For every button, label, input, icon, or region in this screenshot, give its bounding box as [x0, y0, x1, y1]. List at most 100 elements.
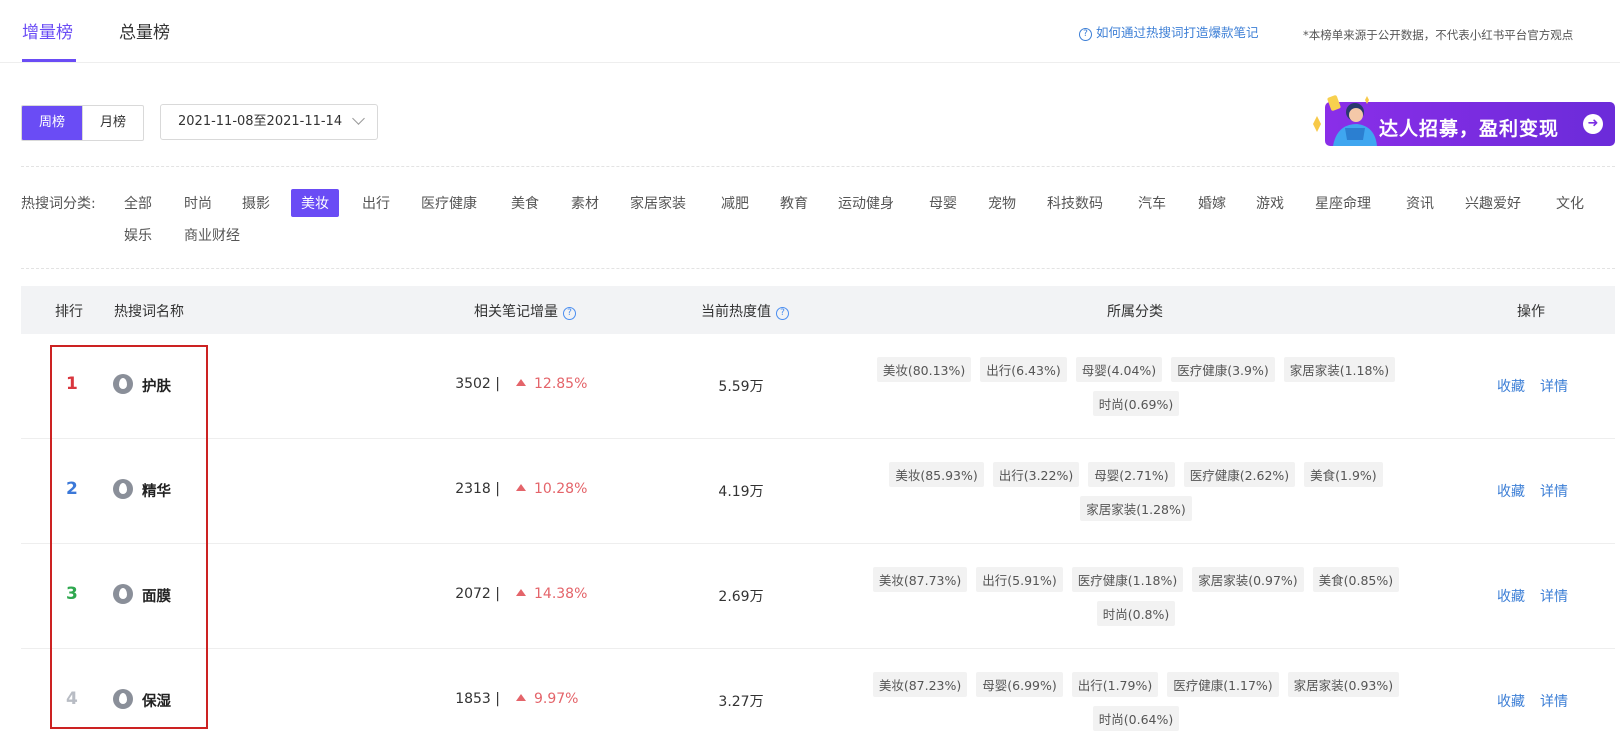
category-chip: 母婴(4.04%): [1075, 357, 1163, 382]
category-item[interactable]: 医疗健康: [421, 193, 477, 213]
question-circle-icon[interactable]: ?: [776, 307, 789, 320]
category-item[interactable]: 母婴: [929, 193, 957, 213]
heat-value: 3.27万: [718, 694, 764, 710]
weekly-button[interactable]: 周榜: [22, 106, 82, 140]
arrow-up-icon: [516, 484, 526, 491]
droplet-icon: [113, 374, 133, 394]
category-item[interactable]: 出行: [362, 193, 390, 213]
notes-increase-value: 3502 |: [455, 376, 500, 392]
category-item[interactable]: 时尚: [184, 193, 212, 213]
category-chip: 美食(1.9%): [1304, 462, 1383, 487]
category-chip: 时尚(0.8%): [1096, 601, 1176, 626]
divider: [21, 166, 1615, 167]
category-chip: 医疗健康(1.17%): [1167, 672, 1279, 697]
category-item[interactable]: 美食: [511, 193, 539, 213]
favorite-link[interactable]: 收藏: [1497, 691, 1525, 711]
category-label: 热搜词分类:: [21, 196, 96, 212]
category-chips: 美妆(87.23%) 母婴(6.99%) 出行(1.79%) 医疗健康(1.17…: [866, 672, 1406, 731]
rank-number: 3: [66, 584, 78, 604]
growth-rate: 10.28%: [516, 481, 587, 497]
favorite-link[interactable]: 收藏: [1497, 481, 1525, 501]
arrow-up-icon: [516, 589, 526, 596]
keyword-name[interactable]: 面膜: [142, 585, 171, 606]
help-link-text[interactable]: 如何通过热搜词打造爆款笔记: [1096, 25, 1259, 40]
banner-text: 达人招募，盈利变现: [1379, 118, 1560, 140]
keyword-name[interactable]: 保湿: [142, 690, 171, 711]
category-item[interactable]: 摄影: [242, 193, 270, 213]
help-link[interactable]: ? 如何通过热搜词打造爆款笔记: [1079, 22, 1259, 41]
favorite-link[interactable]: 收藏: [1497, 376, 1525, 396]
growth-rate-value: 9.97%: [534, 691, 579, 707]
droplet-icon: [113, 584, 133, 604]
category-chip: 时尚(0.69%): [1092, 391, 1180, 416]
category-item[interactable]: 婚嫁: [1198, 193, 1226, 213]
category-item[interactable]: 商业财经: [184, 225, 240, 245]
table-header: 排行 热搜词名称 相关笔记增量? 当前热度值? 所属分类 操作: [21, 286, 1615, 334]
category-item[interactable]: 文化: [1556, 193, 1584, 213]
detail-link[interactable]: 详情: [1540, 376, 1568, 396]
category-chip: 医疗健康(2.62%): [1183, 462, 1296, 487]
droplet-icon: [113, 479, 133, 499]
chevron-down-icon: [352, 112, 365, 125]
recruit-banner[interactable]: 达人招募，盈利变现 ➜: [1305, 94, 1615, 148]
category-item[interactable]: 星座命理: [1315, 193, 1371, 213]
favorite-link[interactable]: 收藏: [1497, 586, 1525, 606]
category-item-selected[interactable]: 美妆: [291, 189, 339, 217]
notes-increase-value: 1853 |: [455, 691, 500, 707]
header-heat: 当前热度值?: [701, 301, 789, 321]
category-item[interactable]: 素材: [571, 193, 599, 213]
growth-rate-value: 12.85%: [534, 376, 588, 392]
rank-number: 1: [66, 374, 78, 394]
category-item[interactable]: 汽车: [1138, 193, 1166, 213]
monthly-button[interactable]: 月榜: [82, 106, 143, 140]
period-toggle: 周榜 月榜: [21, 105, 144, 141]
header-notes-increase: 相关笔记增量?: [474, 301, 576, 321]
detail-link[interactable]: 详情: [1540, 481, 1568, 501]
rank-number: 4: [66, 689, 78, 709]
category-item[interactable]: 科技数码: [1047, 193, 1103, 213]
tab-total-ranking[interactable]: 总量榜: [119, 18, 170, 43]
category-item[interactable]: 兴趣爱好: [1465, 193, 1521, 213]
category-chip: 母婴(2.71%): [1088, 462, 1175, 487]
date-range-select[interactable]: 2021-11-08至2021-11-14: [160, 104, 378, 140]
category-chip: 时尚(0.64%): [1092, 706, 1180, 731]
category-item[interactable]: 资讯: [1406, 193, 1434, 213]
detail-link[interactable]: 详情: [1540, 691, 1568, 711]
category-chip: 美妆(87.73%): [872, 567, 968, 592]
category-item[interactable]: 家居家装: [630, 193, 686, 213]
tab-increment-ranking[interactable]: 增量榜: [22, 18, 73, 43]
category-item[interactable]: 运动健身: [838, 193, 894, 213]
category-chip: 母婴(6.99%): [976, 672, 1063, 697]
category-chip: 出行(1.79%): [1071, 672, 1159, 697]
arrow-right-circle-icon: ➜: [1583, 114, 1603, 134]
arrow-up-icon: [516, 694, 526, 701]
category-chip: 美妆(85.93%): [889, 462, 984, 487]
category-item[interactable]: 游戏: [1256, 193, 1284, 213]
category-item[interactable]: 教育: [780, 193, 808, 213]
growth-rate-value: 10.28%: [534, 481, 588, 497]
category-item[interactable]: 减肥: [721, 193, 749, 213]
date-range-value: 2021-11-08至2021-11-14: [178, 114, 343, 129]
header-category: 所属分类: [1107, 304, 1163, 320]
heat-value: 2.69万: [718, 589, 764, 605]
rank-number: 2: [66, 479, 78, 499]
category-chips: 美妆(80.13%) 出行(6.43%) 母婴(4.04%) 医疗健康(3.9%…: [866, 357, 1406, 416]
category-chip: 家居家装(0.97%): [1192, 567, 1304, 592]
category-chip: 美妆(80.13%): [876, 357, 972, 382]
growth-rate: 14.38%: [516, 586, 587, 602]
category-item[interactable]: 娱乐: [124, 225, 152, 245]
category-chip: 出行(5.91%): [976, 567, 1063, 592]
keyword-name[interactable]: 护肤: [142, 375, 171, 396]
heat-value: 4.19万: [718, 484, 764, 500]
category-chip: 家居家装(1.18%): [1283, 357, 1396, 382]
disclaimer-text: *本榜单来源于公开数据，不代表小红书平台官方观点: [1303, 28, 1574, 42]
droplet-icon: [113, 689, 133, 709]
category-item[interactable]: 宠物: [988, 193, 1016, 213]
category-chip: 出行(3.22%): [992, 462, 1080, 487]
keyword-name[interactable]: 精华: [142, 480, 171, 501]
question-circle-icon[interactable]: ?: [563, 307, 576, 320]
category-item[interactable]: 全部: [124, 193, 152, 213]
header-action: 操作: [1517, 304, 1545, 320]
detail-link[interactable]: 详情: [1540, 586, 1568, 606]
header-heat-label: 当前热度值: [701, 304, 771, 320]
